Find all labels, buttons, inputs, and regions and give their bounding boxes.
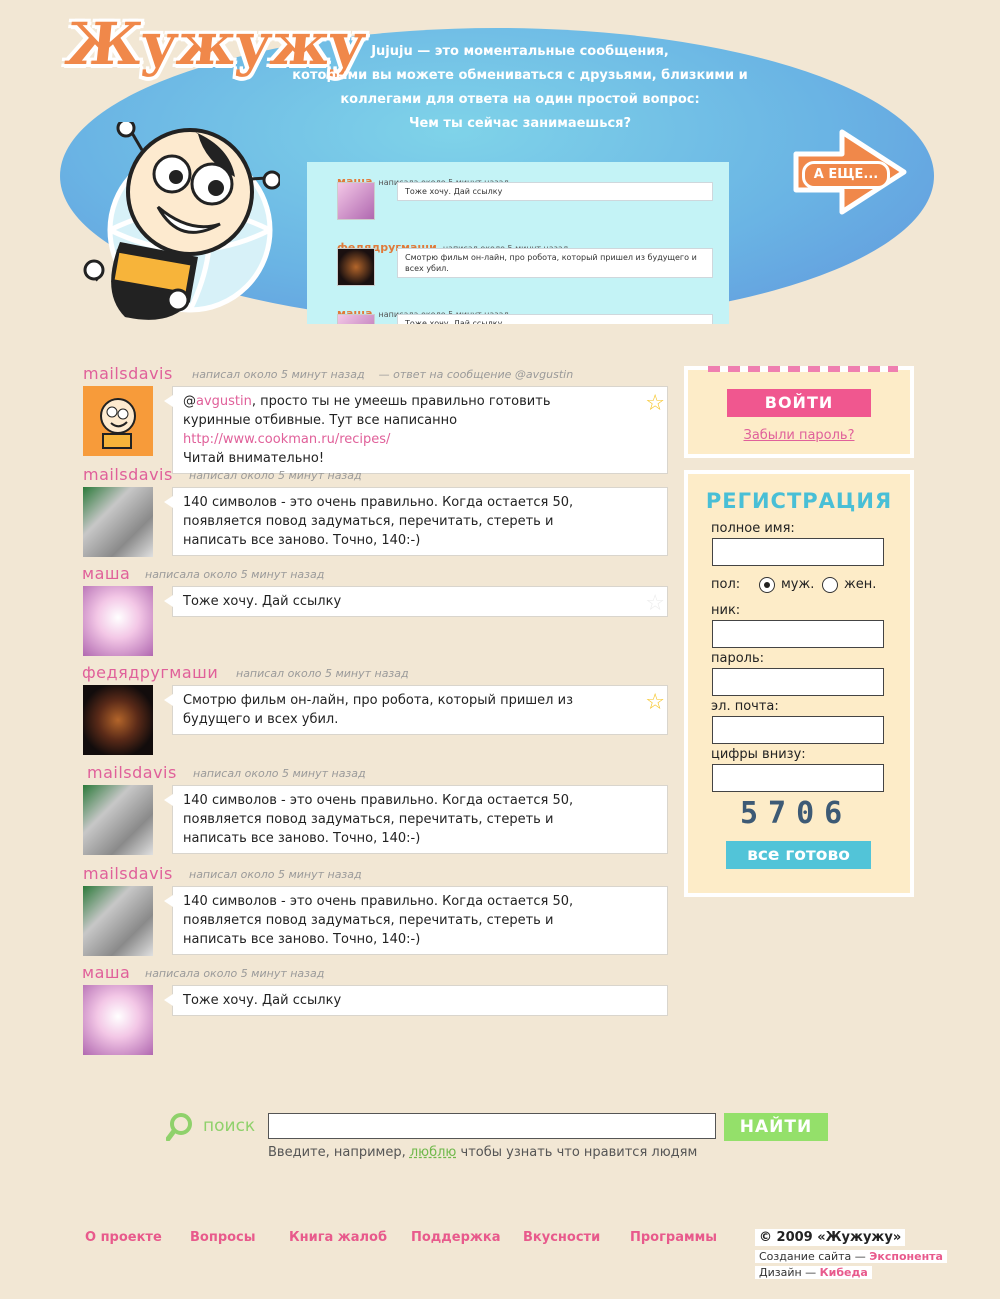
post-author[interactable]: mailsdavis xyxy=(83,864,173,883)
registration-title: РЕГИСТРАЦИЯ xyxy=(705,489,893,513)
search-hint: Введите, например, люблю чтобы узнать чт… xyxy=(268,1145,698,1160)
captcha-label: цифры внизу: xyxy=(711,747,806,762)
avatar[interactable] xyxy=(83,785,153,855)
avatar[interactable] xyxy=(83,886,153,956)
post-time: написал около 5 минут назад — ответ на с… xyxy=(192,368,574,381)
password-label: пароль: xyxy=(711,651,765,666)
forgot-password-link[interactable]: Забыли пароль? xyxy=(688,428,910,443)
post-author[interactable]: mailsdavis xyxy=(83,465,173,484)
post-author[interactable]: федядругмаши xyxy=(82,663,218,682)
credit-design: Дизайн — Кибеда xyxy=(755,1266,872,1279)
post-message: 140 символов - это очень правильно. Когд… xyxy=(164,785,668,854)
search-icon xyxy=(166,1113,192,1141)
password-field[interactable] xyxy=(712,668,884,696)
post-message: 140 символов - это очень правильно. Когд… xyxy=(164,886,668,955)
footer-link-programs[interactable]: Программы xyxy=(630,1230,717,1245)
avatar[interactable] xyxy=(83,386,153,456)
star-icon[interactable]: ☆ xyxy=(645,593,665,615)
avatar[interactable] xyxy=(83,487,153,557)
bee-mascot-icon xyxy=(83,122,280,320)
decor-stripe xyxy=(708,366,898,372)
post-time: написала около 5 минут назад xyxy=(145,568,325,581)
search-button[interactable]: НАЙТИ xyxy=(724,1113,828,1141)
nick-label: ник: xyxy=(711,603,741,618)
post-time: написала около 5 минут назад xyxy=(145,967,325,980)
post-message: 140 символов - это очень правильно. Когд… xyxy=(164,487,668,556)
post-author[interactable]: mailsdavis xyxy=(87,763,177,782)
captcha-field[interactable] xyxy=(712,764,884,792)
post-time: написал около 5 минут назад xyxy=(189,469,362,482)
credit-development: Создание сайта — Экспонента xyxy=(755,1250,947,1263)
post-message: Тоже хочу. Дай ссылку xyxy=(164,985,668,1016)
preview-item: машанаписала около 5 минут назад Тоже хо… xyxy=(337,302,713,324)
avatar[interactable] xyxy=(83,985,153,1055)
bee-avatar-icon xyxy=(100,398,136,449)
copyright: © 2009 «Жужужу» xyxy=(755,1229,906,1246)
registration-form: РЕГИСТРАЦИЯ полное имя: пол: муж. жен. н… xyxy=(684,470,914,897)
post-author[interactable]: маша xyxy=(82,564,130,583)
avatar[interactable] xyxy=(83,685,153,755)
post-author[interactable]: маша xyxy=(82,963,130,982)
gender-female-radio[interactable] xyxy=(822,577,838,593)
post-message: Тоже хочу. Дай ссылку ☆ xyxy=(164,586,668,617)
post-message: Смотрю фильм он-лайн, про робота, которы… xyxy=(164,685,668,735)
footer-link-questions[interactable]: Вопросы xyxy=(190,1230,256,1245)
gender-male-label: муж. xyxy=(781,577,815,592)
star-icon[interactable]: ☆ xyxy=(645,393,665,415)
post-author[interactable]: mailsdavis xyxy=(83,364,173,383)
full-name-label: полное имя: xyxy=(711,521,795,536)
login-button[interactable]: ВОЙТИ xyxy=(727,389,871,417)
post-time: написал около 5 минут назад xyxy=(193,767,366,780)
star-icon[interactable]: ☆ xyxy=(645,692,665,714)
register-submit-button[interactable]: все готово xyxy=(726,841,871,869)
search-example-link[interactable]: люблю xyxy=(410,1145,457,1160)
preview-item: федядругмашинаписал около 5 минут назад … xyxy=(337,236,713,286)
avatar xyxy=(337,314,375,324)
footer-link-support[interactable]: Поддержка xyxy=(411,1230,500,1245)
gender-label: пол: xyxy=(711,577,741,592)
avatar xyxy=(337,248,375,286)
footer-link-about[interactable]: О проекте xyxy=(85,1230,162,1245)
footer-link-complaints[interactable]: Книга жалоб xyxy=(289,1230,387,1245)
avatar xyxy=(337,182,375,220)
post-time: написал около 5 минут назад xyxy=(189,868,362,881)
nick-field[interactable] xyxy=(712,620,884,648)
more-button[interactable]: А ЕЩЕ... xyxy=(790,128,908,216)
post-message: @avgustin, просто ты не умеешь правильно… xyxy=(164,386,668,474)
preview-item: машанаписала около 5 минут назад Тоже хо… xyxy=(337,170,713,220)
search-input[interactable] xyxy=(268,1113,716,1139)
avatar[interactable] xyxy=(83,586,153,656)
post-time: написал около 5 минут назад xyxy=(236,667,409,680)
gender-female-label: жен. xyxy=(844,577,877,592)
message-preview: машанаписала около 5 минут назад Тоже хо… xyxy=(307,162,729,324)
gender-male-radio[interactable] xyxy=(759,577,775,593)
full-name-field[interactable] xyxy=(712,538,884,566)
login-box: ВОЙТИ Забыли пароль? xyxy=(684,366,914,458)
intro-text: Jujuju — это моментальные сообщения, кот… xyxy=(292,44,748,131)
search-label: поиск xyxy=(203,1116,256,1136)
email-label: эл. почта: xyxy=(711,699,779,714)
captcha-image: 5706 xyxy=(740,796,853,831)
header: Жужужу Jujuju — это моментальные сообщен… xyxy=(0,0,1000,340)
footer-link-goodies[interactable]: Вкусности xyxy=(523,1230,600,1245)
email-field[interactable] xyxy=(712,716,884,744)
